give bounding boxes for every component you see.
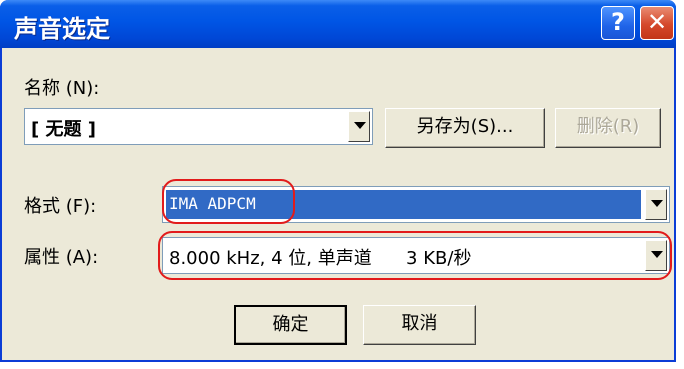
chevron-down-icon <box>651 200 663 207</box>
name-combobox[interactable]: [ 无题 ] <box>24 108 373 145</box>
help-button[interactable]: ? <box>601 6 635 40</box>
window-title: 声音选定 <box>14 15 110 43</box>
name-label: 名称 (N): <box>24 78 100 99</box>
chevron-down-icon <box>354 122 366 129</box>
attributes-annotation-circle <box>158 231 672 280</box>
title-bar[interactable]: 声音选定 ? ✕ <box>0 0 676 48</box>
delete-label: 删除(R) <box>576 116 640 137</box>
save-as-button[interactable]: 另存为(S)... <box>385 108 545 148</box>
cancel-label: 取消 <box>401 313 438 334</box>
close-button[interactable]: ✕ <box>640 6 674 40</box>
name-dropdown-button[interactable] <box>348 111 370 142</box>
format-label: 格式 (F): <box>24 196 97 217</box>
ok-button[interactable]: 确定 <box>234 305 347 345</box>
name-value: [ 无题 ] <box>31 119 96 140</box>
ok-label: 确定 <box>272 314 309 335</box>
format-dropdown-button[interactable] <box>645 189 667 220</box>
delete-button[interactable]: 删除(R) <box>555 108 661 148</box>
attributes-label: 属性 (A): <box>24 247 99 268</box>
cancel-button[interactable]: 取消 <box>363 305 476 345</box>
sound-selection-dialog: 声音选定 ? ✕ 名称 (N): [ 无题 ] 另存为(S)... 删除(R) … <box>0 0 676 362</box>
format-annotation-circle <box>162 179 295 224</box>
save-as-label: 另存为(S)... <box>416 116 514 137</box>
